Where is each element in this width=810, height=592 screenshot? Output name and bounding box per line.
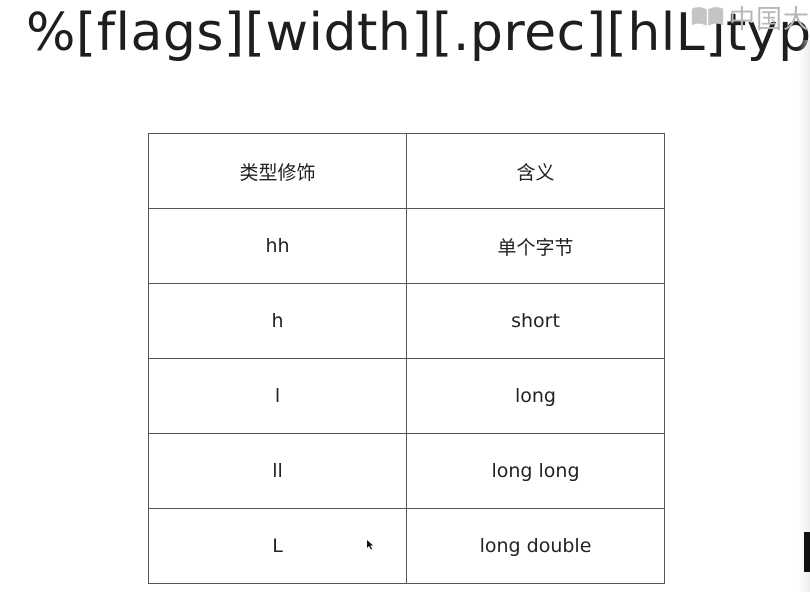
table-row: l long (148, 358, 665, 434)
table-row: L long double (148, 508, 665, 584)
meaning-cell: long long (406, 433, 665, 509)
meaning-cell: long (406, 358, 665, 434)
column-header-type-modifier: 类型修饰 (148, 133, 407, 209)
meaning-cell: long double (406, 508, 665, 584)
watermark: 中国大 (690, 0, 810, 35)
format-modifier-table: 类型修饰 含义 hh 单个字节 h short l long ll long l… (148, 133, 665, 584)
mouse-pointer-icon (367, 540, 373, 550)
meaning-cell: short (406, 283, 665, 359)
open-book-logo-icon (691, 7, 724, 27)
column-header-meaning: 含义 (406, 133, 665, 209)
edge-shadow (798, 40, 810, 592)
meaning-cell: 单个字节 (406, 208, 665, 284)
modifier-cell: ll (148, 433, 407, 509)
modifier-cell: l (148, 358, 407, 434)
modifier-cell: hh (148, 208, 407, 284)
edge-mark (804, 532, 810, 572)
table-row: ll long long (148, 433, 665, 509)
modifier-cell: h (148, 283, 407, 359)
table-header-row: 类型修饰 含义 (148, 133, 665, 209)
table-row: hh 单个字节 (148, 208, 665, 284)
watermark-text: 中国大 (728, 4, 810, 35)
table-row: h short (148, 283, 665, 359)
